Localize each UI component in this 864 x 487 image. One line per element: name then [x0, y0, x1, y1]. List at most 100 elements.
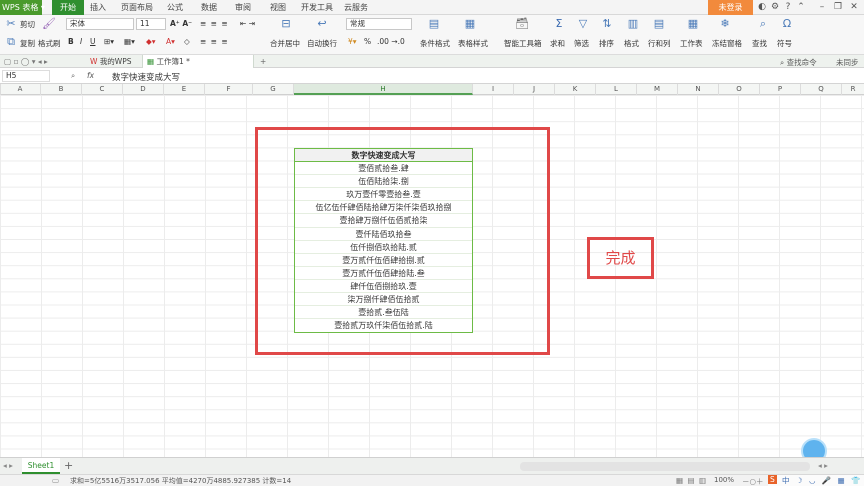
- settings-icon[interactable]: ⚙: [769, 2, 781, 13]
- decimal-icons[interactable]: .00 →.0: [377, 37, 405, 46]
- sort-icon[interactable]: ⇅: [600, 18, 614, 30]
- menu-cloud[interactable]: 云服务: [344, 0, 368, 15]
- merge-center-icon[interactable]: ⊟: [278, 18, 294, 30]
- currency-icon[interactable]: ¥▾: [348, 37, 357, 46]
- symbol-button[interactable]: 符号: [777, 38, 792, 49]
- column-header[interactable]: D: [123, 84, 164, 95]
- freeze-button[interactable]: 冻结窗格: [712, 38, 742, 49]
- collapse-icon[interactable]: ⌃: [795, 2, 807, 13]
- column-header[interactable]: M: [637, 84, 678, 95]
- column-header[interactable]: E: [164, 84, 205, 95]
- column-header[interactable]: B: [41, 84, 82, 95]
- column-header[interactable]: N: [678, 84, 719, 95]
- column-header[interactable]: Q: [801, 84, 842, 95]
- format-painter-button[interactable]: 格式刷: [38, 38, 61, 49]
- font-grow-icon[interactable]: A⁺ A⁻: [170, 19, 192, 28]
- tab-my-wps[interactable]: W 我的WPS: [86, 55, 138, 68]
- indent-icons[interactable]: ⇤ ⇥: [240, 19, 255, 28]
- menu-review[interactable]: 审阅: [235, 0, 251, 15]
- find-button[interactable]: 查找: [752, 38, 767, 49]
- sogou-s-icon[interactable]: S: [768, 475, 777, 484]
- menu-formula[interactable]: 公式: [167, 0, 183, 15]
- tab-workbook1[interactable]: ▦ 工作簿1 *: [142, 55, 254, 68]
- column-header[interactable]: C: [82, 84, 123, 95]
- font-name-select[interactable]: 宋体: [66, 18, 134, 30]
- border-icon[interactable]: ⊞▾: [104, 37, 114, 46]
- column-header[interactable]: G: [253, 84, 294, 95]
- column-header[interactable]: J: [514, 84, 555, 95]
- column-header[interactable]: R: [842, 84, 864, 95]
- align-top-icons[interactable]: ≡ ≡ ≡: [200, 19, 229, 28]
- column-header[interactable]: I: [473, 84, 514, 95]
- format-painter-icon[interactable]: 🖌: [42, 18, 56, 30]
- sort-button[interactable]: 排序: [599, 38, 614, 49]
- add-sheet-button[interactable]: +: [64, 459, 73, 472]
- column-header[interactable]: O: [719, 84, 760, 95]
- font-color-icon[interactable]: A▾: [166, 37, 175, 46]
- filter-button[interactable]: 筛选: [574, 38, 589, 49]
- function-icon[interactable]: fx: [87, 71, 94, 80]
- formula-input[interactable]: 数字快速变成大写: [112, 71, 180, 83]
- menu-data[interactable]: 数据: [201, 0, 217, 15]
- format-button[interactable]: 格式: [624, 38, 639, 49]
- zoom-level[interactable]: 100%: [714, 476, 734, 484]
- table-style-button[interactable]: 表格样式: [458, 38, 488, 49]
- sum-icon[interactable]: Σ: [552, 18, 566, 30]
- sum-button[interactable]: 求和: [550, 38, 565, 49]
- menu-page-layout[interactable]: 页面布局: [121, 0, 153, 15]
- scroll-arrow-icons[interactable]: ◂ ▸: [818, 461, 828, 470]
- ime-icons[interactable]: 中 ☽ ◡ 🎤 ▦ 👕 ▦: [782, 475, 864, 486]
- table-style-icon[interactable]: ▦: [462, 18, 478, 30]
- column-header[interactable]: F: [205, 84, 253, 95]
- find-command[interactable]: ⌕ 查找命令: [780, 57, 817, 68]
- font-size-select[interactable]: 11: [136, 18, 166, 30]
- new-tab-icon[interactable]: +: [256, 55, 266, 68]
- minimize-icon[interactable]: –: [816, 2, 828, 13]
- menu-view[interactable]: 视图: [270, 0, 286, 15]
- app-menu-button[interactable]: WPS 表格 ▾: [0, 0, 45, 15]
- help-icon[interactable]: ?: [782, 2, 794, 13]
- column-header[interactable]: A: [0, 84, 41, 95]
- tab-list-icons[interactable]: ▢ ▫ ◯ ▾ ◂ ▸: [4, 57, 48, 66]
- find-icon[interactable]: ⌕: [756, 18, 770, 30]
- align-left-icons[interactable]: ≡ ≡ ≡: [200, 37, 229, 46]
- underline-icon[interactable]: U: [90, 37, 96, 46]
- column-header[interactable]: L: [596, 84, 637, 95]
- login-button[interactable]: 未登录: [708, 0, 753, 15]
- menu-insert[interactable]: 插入: [90, 0, 106, 15]
- row-col-button[interactable]: 行和列: [648, 38, 671, 49]
- conditional-format-button[interactable]: 条件格式: [420, 38, 450, 49]
- number-format-select[interactable]: 常规: [346, 18, 412, 30]
- menu-developer[interactable]: 开发工具: [301, 0, 333, 15]
- cut-button[interactable]: 剪切: [20, 19, 35, 30]
- smart-toolbox-button[interactable]: 智能工具箱: [504, 38, 542, 49]
- menu-home[interactable]: 开始: [52, 0, 84, 15]
- symbol-icon[interactable]: Ω: [780, 18, 794, 30]
- zoom-formula-icon[interactable]: ⌕: [71, 71, 75, 81]
- wrap-text-icon[interactable]: ↩: [314, 18, 330, 30]
- fill-color-icon[interactable]: ◆▾: [146, 37, 156, 46]
- smart-toolbox-icon[interactable]: 🗃: [514, 18, 530, 30]
- cell-style-icon[interactable]: ▦▾: [124, 37, 135, 46]
- copy-button[interactable]: 复制: [20, 38, 35, 49]
- sheet-nav-icons[interactable]: ◂ ▸: [3, 461, 13, 470]
- cut-icon[interactable]: ✂: [5, 18, 17, 30]
- skin-icon[interactable]: ◐: [756, 2, 768, 13]
- sheet-tab-sheet1[interactable]: Sheet1: [22, 458, 60, 474]
- worksheet-button[interactable]: 工作表: [680, 38, 703, 49]
- wrap-text-button[interactable]: 自动换行: [307, 38, 337, 49]
- clear-format-icon[interactable]: ◇: [184, 37, 190, 46]
- horizontal-scrollbar[interactable]: [520, 462, 810, 471]
- close-icon[interactable]: ✕: [848, 2, 860, 13]
- merge-center-button[interactable]: 合并居中: [270, 38, 300, 49]
- conditional-format-icon[interactable]: ▤: [426, 18, 442, 30]
- view-mode-icons[interactable]: ▦ ▤ ▥: [676, 476, 707, 485]
- column-header[interactable]: K: [555, 84, 596, 95]
- worksheet-icon[interactable]: ▦: [686, 18, 700, 30]
- cell-reference-box[interactable]: H5: [2, 70, 50, 82]
- freeze-icon[interactable]: ❄: [718, 18, 732, 30]
- bold-icon[interactable]: B: [68, 37, 74, 46]
- percent-button[interactable]: %: [364, 37, 371, 46]
- column-header[interactable]: P: [760, 84, 801, 95]
- filter-icon[interactable]: ▽: [576, 18, 590, 30]
